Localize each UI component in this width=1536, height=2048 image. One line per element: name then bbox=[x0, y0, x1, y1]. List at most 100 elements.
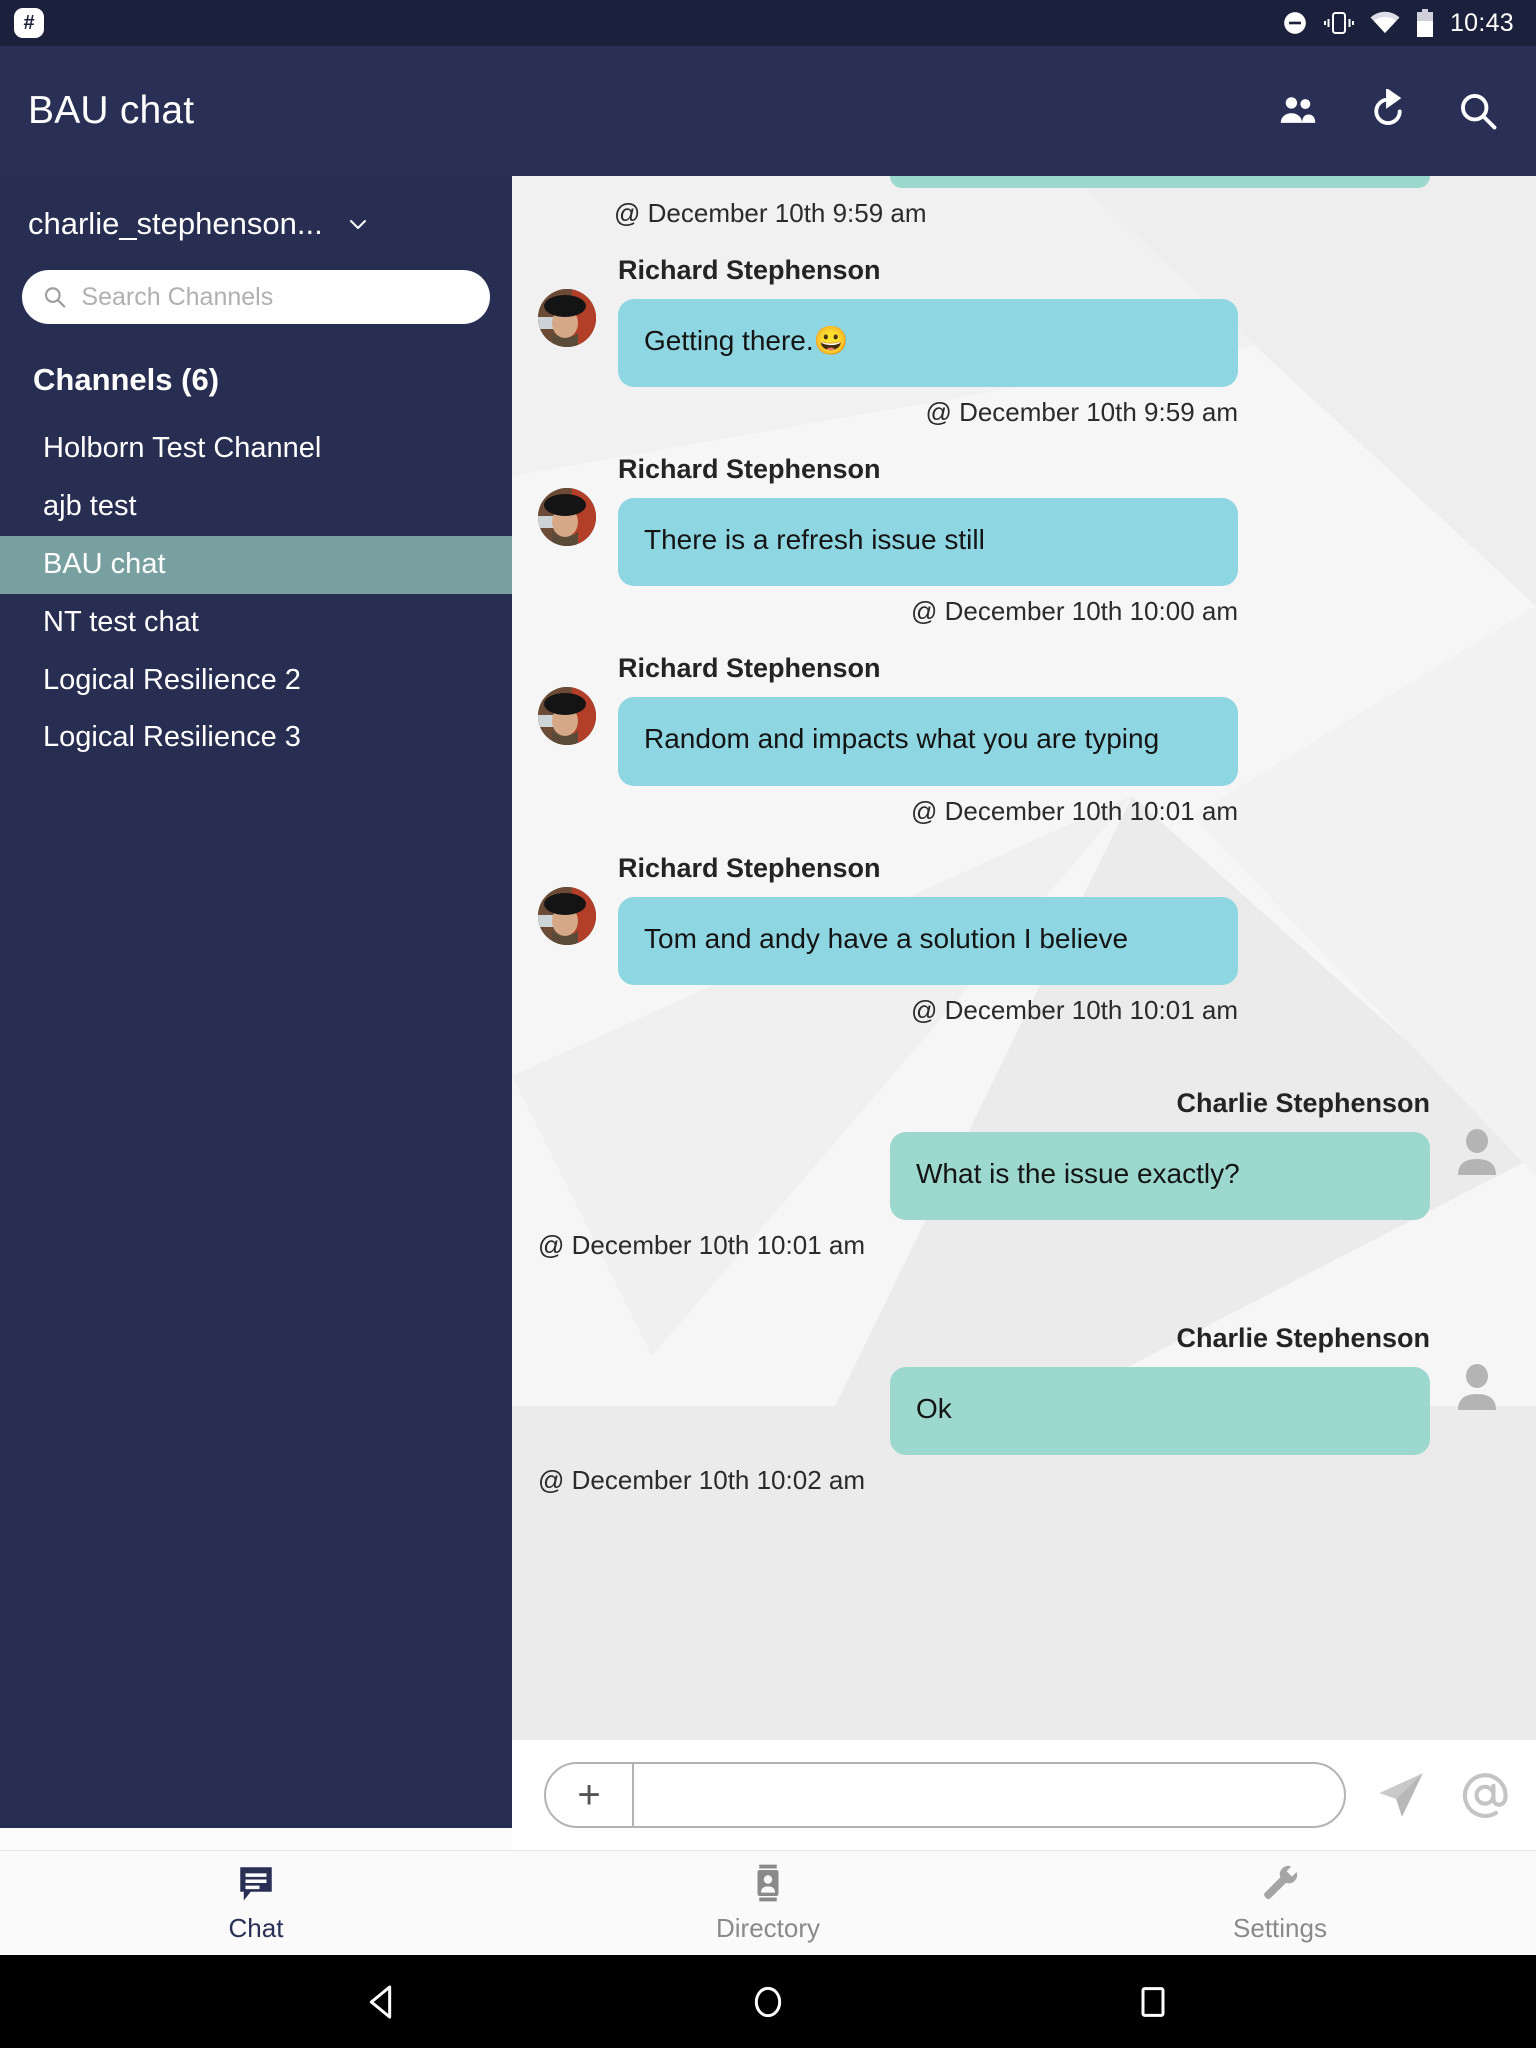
partial-message-above: @ December 10th 9:59 am bbox=[538, 176, 1506, 229]
account-name: charlie_stephenson... bbox=[28, 206, 323, 241]
avatar bbox=[538, 886, 596, 945]
message-row: Charlie Stephenson Ok @ December 10th 10… bbox=[538, 1323, 1506, 1496]
message-bubble: Random and impacts what you are typing bbox=[618, 697, 1238, 786]
message-timestamp: @ December 10th 10:01 am bbox=[910, 994, 1238, 1025]
message-body: Richard Stephenson Tom and andy have a s… bbox=[596, 853, 1506, 1026]
send-paper-plane-icon[interactable] bbox=[1372, 1766, 1430, 1824]
partial-timestamp: @ December 10th 9:59 am bbox=[614, 198, 927, 228]
chat-pane: @ December 10th 9:59 am Richard Stephens… bbox=[512, 176, 1536, 1850]
composer-input-shell[interactable]: + bbox=[544, 1762, 1346, 1828]
contact-card-icon bbox=[757, 1864, 779, 1902]
avatar bbox=[1448, 1357, 1506, 1415]
battery-icon bbox=[1416, 9, 1433, 37]
avatar-photo-icon bbox=[538, 886, 596, 945]
do-not-disturb-icon bbox=[1284, 12, 1306, 34]
channel-item-1[interactable]: ajb test bbox=[0, 478, 512, 536]
page-title: BAU chat bbox=[28, 89, 195, 132]
message-bubble: There is a refresh issue still bbox=[618, 498, 1238, 587]
avatar bbox=[538, 289, 596, 347]
message-sender: Richard Stephenson bbox=[618, 653, 881, 684]
chevron-down-icon[interactable] bbox=[339, 212, 377, 236]
search-icon[interactable] bbox=[1456, 89, 1500, 133]
back-icon[interactable] bbox=[363, 1982, 403, 2022]
channel-item-4[interactable]: Logical Resilience 2 bbox=[0, 652, 512, 710]
message-sender: Richard Stephenson bbox=[618, 255, 881, 285]
nav-tab-chat-label: Chat bbox=[228, 1913, 284, 1943]
channel-item-5[interactable]: Logical Resilience 3 bbox=[0, 709, 512, 767]
message-timestamp: @ December 10th 10:00 am bbox=[910, 596, 1238, 627]
message-timestamp: @ December 10th 10:01 am bbox=[538, 1229, 866, 1260]
wifi-icon bbox=[1370, 11, 1400, 33]
message-body: Richard Stephenson Getting there.😀 @ Dec… bbox=[596, 255, 1506, 428]
add-attachment-button[interactable]: + bbox=[546, 1764, 634, 1826]
message-bubble: Ok bbox=[890, 1366, 1430, 1456]
message-body: Richard Stephenson There is a refresh is… bbox=[596, 454, 1506, 627]
person-placeholder-icon bbox=[1458, 1363, 1496, 1410]
messages-container: @ December 10th 9:59 am Richard Stephens… bbox=[538, 176, 1506, 1496]
nav-tab-settings[interactable]: Settings bbox=[1024, 1862, 1536, 1944]
app-root: # 10:43 BAU chat charlie_stephenson... S… bbox=[0, 0, 1536, 2048]
message-bubble: Getting there.😀 bbox=[618, 299, 1238, 388]
channel-list: Holborn Test Channel ajb test BAU chat N… bbox=[0, 420, 512, 767]
avatar-photo-icon bbox=[538, 687, 596, 746]
main-body: charlie_stephenson... Channels (6) Holbo… bbox=[0, 176, 1536, 1850]
vibrate-icon bbox=[1323, 12, 1354, 34]
nav-tab-directory[interactable]: Directory bbox=[512, 1862, 1024, 1944]
channels-header: Channels (6) bbox=[33, 362, 220, 397]
hash-badge-icon: # bbox=[14, 8, 44, 38]
message-bubble: Tom and andy have a solution I believe bbox=[618, 896, 1238, 985]
person-placeholder-icon bbox=[1458, 1128, 1496, 1175]
nav-tab-chat[interactable]: Chat bbox=[0, 1862, 512, 1944]
avatar-photo-icon bbox=[538, 488, 596, 547]
message-row: Charlie Stephenson What is the issue exa… bbox=[538, 1088, 1506, 1261]
message-sender: Charlie Stephenson bbox=[1176, 1322, 1430, 1353]
refresh-icon[interactable] bbox=[1366, 89, 1410, 133]
app-bar-actions bbox=[1276, 89, 1514, 133]
recents-icon[interactable] bbox=[1133, 1982, 1173, 2022]
avatar bbox=[1448, 1122, 1506, 1180]
message-body: Charlie Stephenson Ok @ December 10th 10… bbox=[538, 1323, 1448, 1496]
message-timestamp: @ December 10th 10:01 am bbox=[910, 795, 1238, 826]
channels-sidebar: charlie_stephenson... Channels (6) Holbo… bbox=[0, 176, 512, 1828]
message-body: Charlie Stephenson What is the issue exa… bbox=[538, 1088, 1448, 1261]
android-status-bar: # 10:43 bbox=[0, 0, 1536, 46]
channel-item-2[interactable]: BAU chat bbox=[0, 535, 512, 594]
members-icon[interactable] bbox=[1276, 89, 1320, 133]
channel-item-3[interactable]: NT test chat bbox=[0, 594, 512, 652]
message-row: Richard Stephenson There is a refresh is… bbox=[538, 454, 1506, 627]
search-channels-box[interactable] bbox=[22, 270, 490, 324]
avatar-photo-icon bbox=[538, 289, 596, 347]
status-right: 10:43 bbox=[1282, 9, 1514, 38]
search-icon bbox=[44, 287, 66, 308]
channel-item-0[interactable]: Holborn Test Channel bbox=[0, 420, 512, 478]
nav-tab-settings-label: Settings bbox=[1233, 1913, 1327, 1943]
wrench-icon bbox=[1264, 1866, 1298, 1900]
message-input[interactable] bbox=[634, 1764, 1344, 1826]
at-mention-icon[interactable] bbox=[1456, 1766, 1514, 1824]
status-left: # bbox=[14, 8, 44, 38]
message-row: Richard Stephenson Random and impacts wh… bbox=[538, 653, 1506, 826]
message-sender: Charlie Stephenson bbox=[1176, 1087, 1430, 1118]
account-switcher[interactable]: charlie_stephenson... bbox=[0, 206, 512, 242]
message-sender: Richard Stephenson bbox=[618, 454, 881, 485]
search-channels-input[interactable] bbox=[81, 282, 470, 312]
message-timestamp: @ December 10th 10:02 am bbox=[538, 1465, 866, 1496]
app-bar: BAU chat bbox=[0, 46, 1536, 176]
bottom-navigation: Chat Directory Settings bbox=[0, 1850, 1536, 1955]
chat-bubble-icon bbox=[240, 1867, 272, 1901]
partial-bubble bbox=[890, 176, 1430, 188]
nav-tab-directory-label: Directory bbox=[715, 1913, 820, 1943]
message-timestamp: @ December 10th 9:59 am bbox=[925, 397, 1238, 428]
message-row: Richard Stephenson Getting there.😀 @ Dec… bbox=[538, 255, 1506, 428]
avatar bbox=[538, 488, 596, 547]
message-row: Richard Stephenson Tom and andy have a s… bbox=[538, 853, 1506, 1026]
search-channels-wrap bbox=[0, 270, 512, 324]
message-list[interactable]: @ December 10th 9:59 am Richard Stephens… bbox=[512, 176, 1536, 1740]
message-composer: + bbox=[512, 1740, 1536, 1850]
message-body: Richard Stephenson Random and impacts wh… bbox=[596, 653, 1506, 826]
home-icon[interactable] bbox=[748, 1982, 788, 2022]
avatar bbox=[538, 687, 596, 746]
status-clock: 10:43 bbox=[1449, 8, 1514, 37]
message-sender: Richard Stephenson bbox=[618, 852, 881, 883]
message-bubble: What is the issue exactly? bbox=[890, 1131, 1430, 1220]
